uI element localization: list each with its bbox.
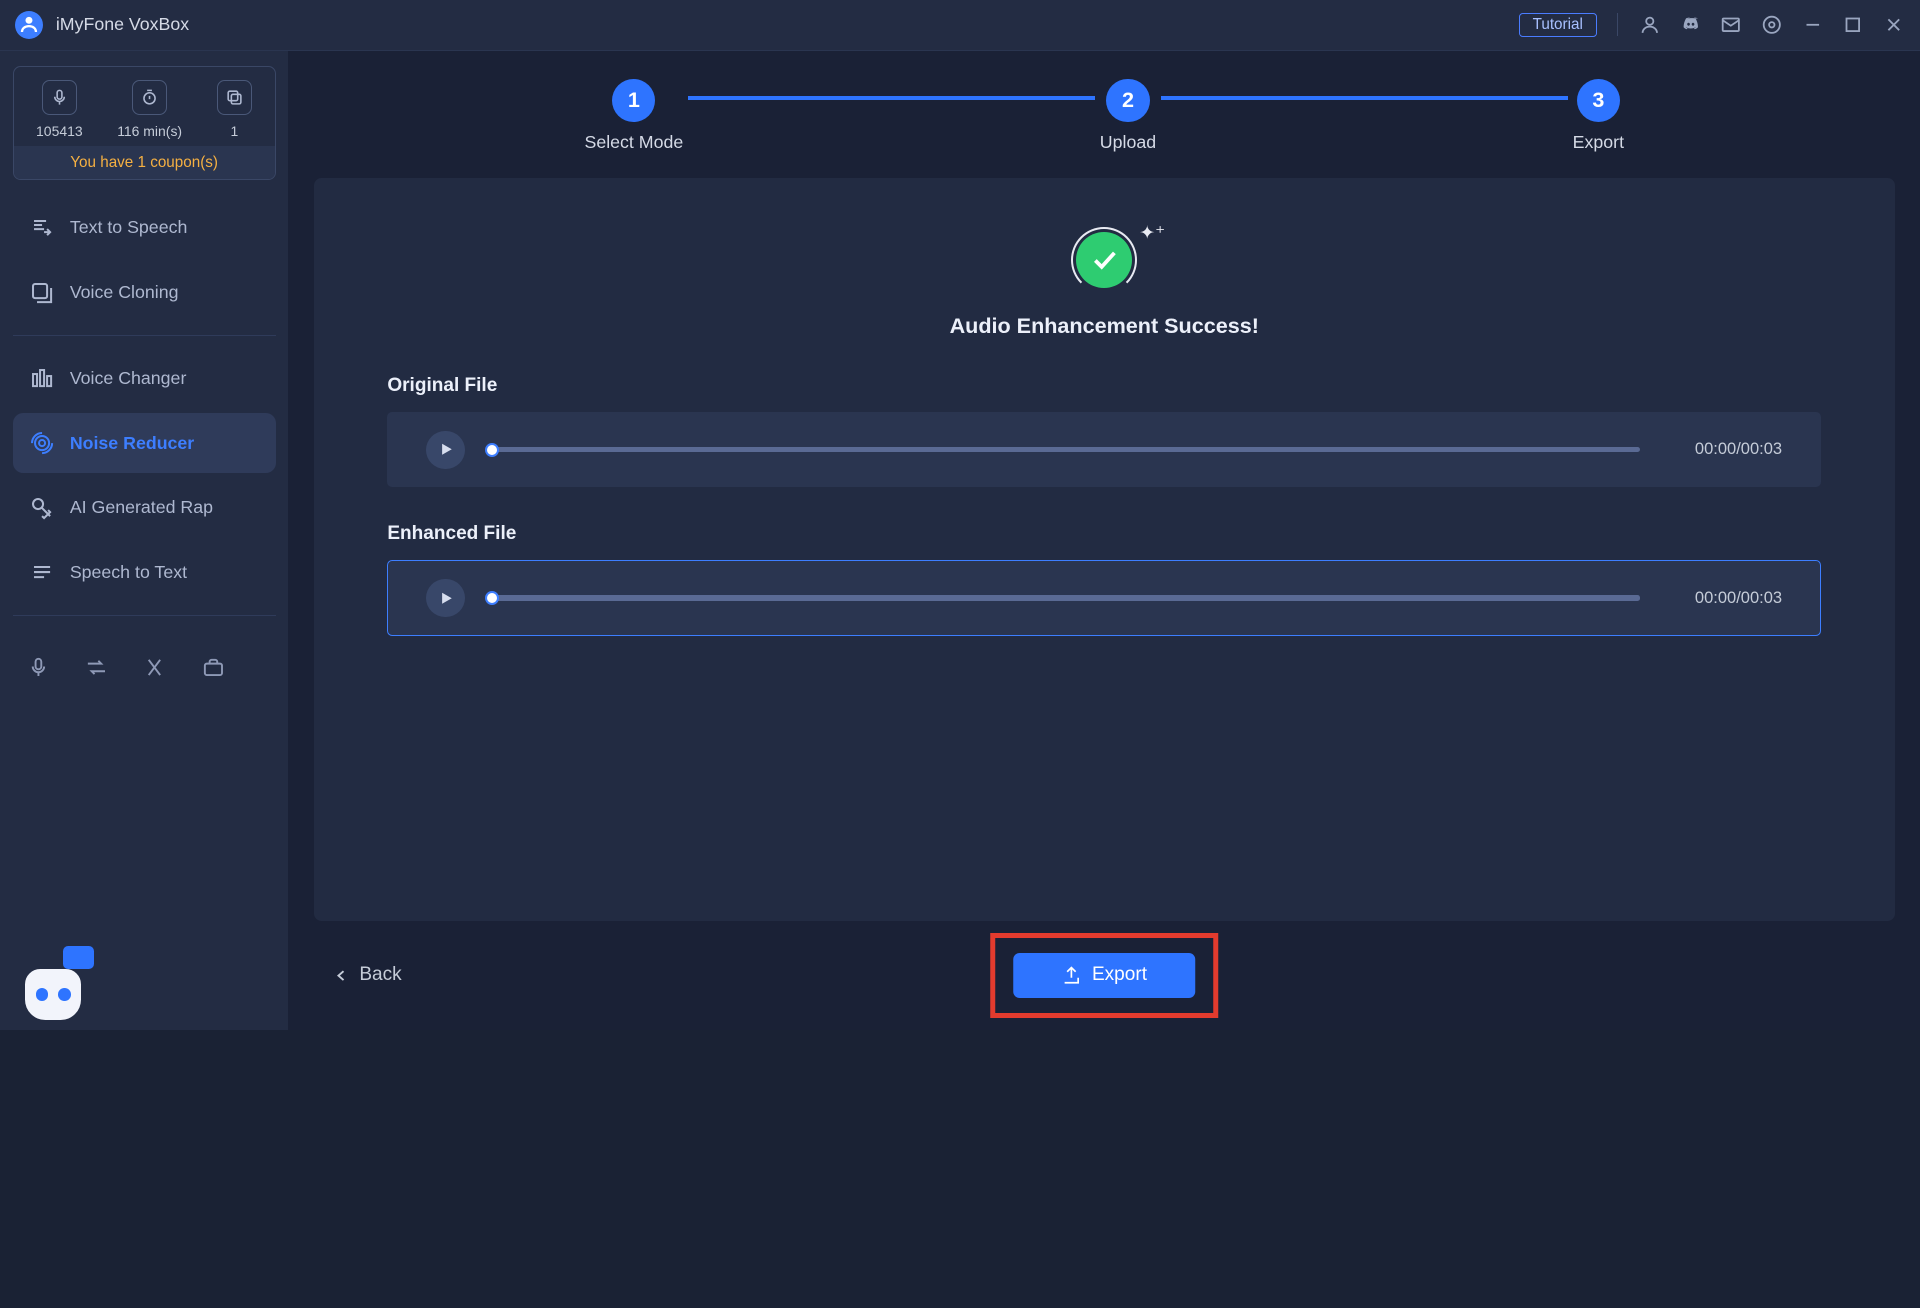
app-title: iMyFone VoxBox [56,14,189,35]
titlebar: iMyFone VoxBox Tutorial [0,0,1920,51]
chatbot-widget[interactable] [18,949,92,1020]
bot-face-icon [25,969,81,1020]
sidebar-item-label: AI Generated Rap [70,497,213,518]
back-button[interactable]: Back [321,957,414,994]
step-number: 1 [612,79,655,122]
stepper: 1 Select Mode 2 Upload 3 Export [314,79,1895,153]
sidebar-item-voice-cloning[interactable]: Voice Cloning [13,262,276,322]
step-number: 2 [1106,79,1149,122]
sidebar-item-speech-to-text[interactable]: Speech to Text [13,543,276,603]
close-icon[interactable] [1882,13,1905,36]
bottom-toolbar [13,642,276,680]
success-ring [1071,227,1137,293]
nav-list: Text to Speech Voice Cloning Voice Chang… [13,197,276,623]
nav-separator [13,335,276,336]
step-select-mode: 1 Select Mode [584,79,683,153]
discord-icon[interactable] [1679,13,1702,36]
sidebar-item-voice-changer[interactable]: Voice Changer [13,349,276,409]
original-player: 00:00/00:03 [387,412,1821,488]
result-panel: ✦⁺ Audio Enhancement Success! Original F… [314,178,1895,920]
export-button[interactable]: Export [1013,953,1195,998]
track-knob[interactable] [485,443,499,457]
conversions-value: 1 [231,123,239,139]
minimize-icon[interactable] [1801,13,1824,36]
sidebar-item-noise-reducer[interactable]: Noise Reducer [13,413,276,473]
chars-icon [42,80,78,116]
step-connector [688,96,1094,100]
step-label: Upload [1100,132,1156,153]
footer: Back Export [314,921,1895,1030]
step-connector [1161,96,1567,100]
step-export: 3 Export [1573,79,1624,153]
enhanced-time: 00:00/00:03 [1668,589,1782,608]
sidebar-item-label: Text to Speech [70,217,188,238]
edit-icon[interactable] [142,654,167,679]
divider [1617,13,1618,36]
sidebar-item-text-to-speech[interactable]: Text to Speech [13,197,276,257]
export-highlight: Export [990,933,1218,1018]
enhanced-section: Enhanced File 00:00/00:03 [387,523,1821,636]
step-number: 3 [1577,79,1620,122]
track-knob[interactable] [485,591,499,605]
sparkle-icon: ✦⁺ [1139,222,1165,245]
enhanced-track[interactable] [492,595,1639,600]
sidebar-item-label: Speech to Text [70,562,187,583]
export-icon [1062,965,1082,985]
enhanced-player: 00:00/00:03 [387,560,1821,636]
play-original-button[interactable] [426,431,464,469]
sidebar-item-ai-rap[interactable]: AI Generated Rap [13,478,276,538]
credits-box[interactable]: 105413 116 min(s) 1 You have 1 coupon(s) [13,66,276,180]
toolbox-icon[interactable] [201,654,226,679]
back-label: Back [359,964,401,986]
sidebar-item-label: Noise Reducer [70,433,194,454]
minutes-icon [132,80,168,116]
mail-icon[interactable] [1720,13,1743,36]
convert-icon[interactable] [84,654,109,679]
original-time: 00:00/00:03 [1668,440,1782,459]
record-icon[interactable] [25,654,50,679]
play-enhanced-button[interactable] [426,579,464,617]
nav-separator [13,615,276,616]
coupon-message[interactable]: You have 1 coupon(s) [14,146,275,178]
original-label: Original File [387,375,1821,397]
original-track[interactable] [492,447,1639,452]
sidebar-item-label: Voice Cloning [70,282,179,303]
export-label: Export [1092,964,1147,986]
account-icon[interactable] [1638,13,1661,36]
enhanced-label: Enhanced File [387,523,1821,545]
app-logo-icon [15,11,43,39]
main-panel: 1 Select Mode 2 Upload 3 Export [288,51,1920,1030]
settings-icon[interactable] [1760,13,1783,36]
original-section: Original File 00:00/00:03 [387,375,1821,488]
maximize-icon[interactable] [1842,13,1865,36]
chars-value: 105413 [36,123,83,139]
minutes-value: 116 min(s) [117,123,182,139]
success-title: Audio Enhancement Success! [387,313,1821,339]
success-check-icon [1076,232,1132,288]
sidebar-item-label: Voice Changer [70,368,187,389]
conversions-icon [217,80,253,116]
step-label: Export [1573,132,1624,153]
step-label: Select Mode [584,132,683,153]
sidebar: 105413 116 min(s) 1 You have 1 coupon(s) [0,51,288,1030]
chat-bubble-icon [63,946,93,969]
tutorial-button[interactable]: Tutorial [1519,13,1597,37]
step-upload: 2 Upload [1100,79,1156,153]
